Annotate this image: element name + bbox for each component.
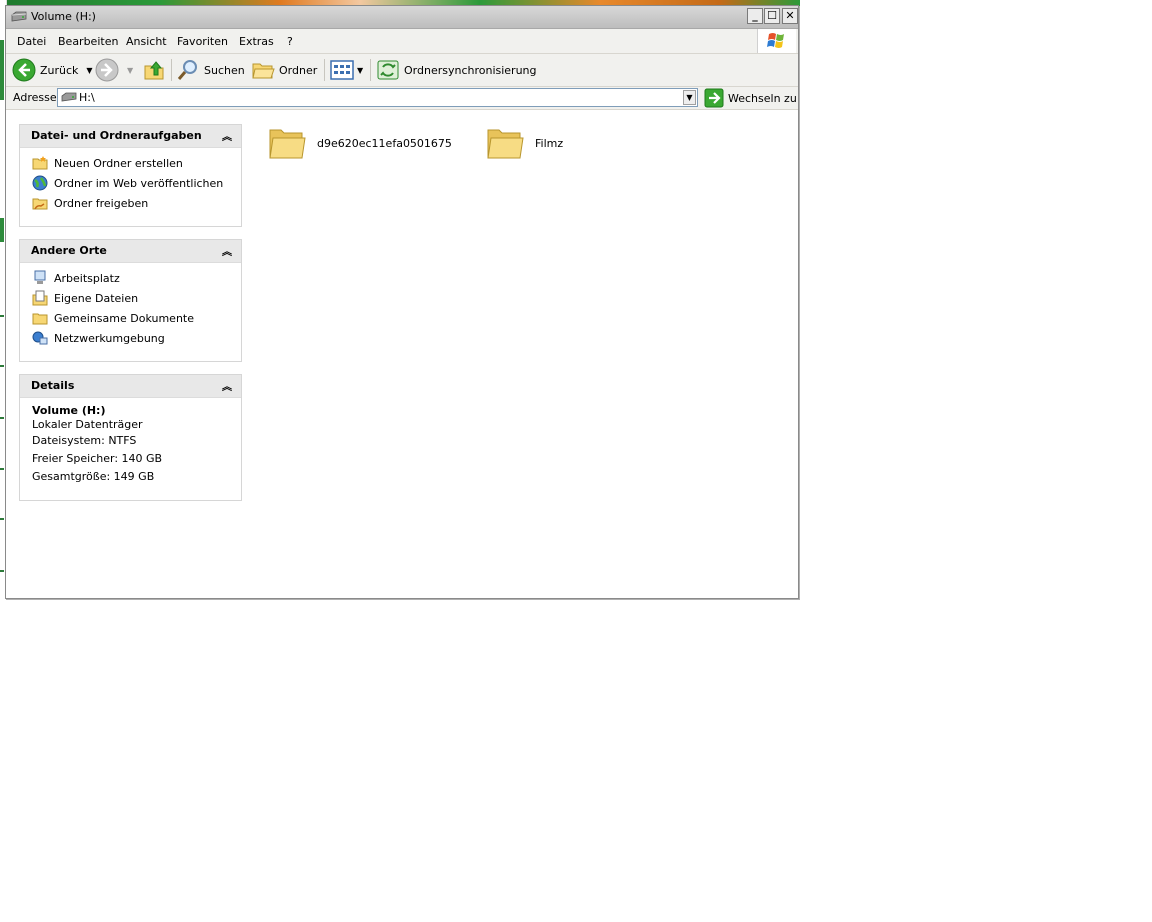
- folder-item[interactable]: d9e620ec11efa0501675: [268, 124, 452, 162]
- menu-favoriten[interactable]: Favoriten: [177, 35, 228, 48]
- up-button[interactable]: [142, 58, 166, 82]
- search-button[interactable]: Suchen: [176, 58, 245, 82]
- window-title: Volume (H:): [31, 10, 96, 23]
- place-my-documents[interactable]: Eigene Dateien: [20, 288, 241, 308]
- details-filesystem: Dateisystem: NTFS: [32, 434, 137, 447]
- views-dropdown-icon: ▼: [357, 65, 364, 75]
- views-icon: [330, 60, 354, 80]
- address-bar: Adresse H:\ ▼ Wechseln zu: [6, 87, 798, 110]
- task-new-folder[interactable]: Neuen Ordner erstellen: [20, 153, 241, 173]
- drive-icon: [11, 11, 27, 22]
- task-share-folder[interactable]: Ordner freigeben: [20, 193, 241, 213]
- forward-arrow-icon: [95, 58, 119, 82]
- drive-icon: [61, 92, 77, 102]
- documents-icon: [32, 290, 48, 306]
- globe-icon: [32, 175, 48, 191]
- details-name: Volume (H:): [32, 404, 106, 417]
- details-type: Lokaler Datenträger: [32, 418, 143, 431]
- details-panel: Details ︽ Volume (H:) Lokaler Datenträge…: [19, 374, 242, 501]
- task-publish-web[interactable]: Ordner im Web veröffentlichen: [20, 173, 241, 193]
- other-places-header[interactable]: Andere Orte ︽: [20, 240, 241, 263]
- toolbar: Zurück ▼ ▼ Suchen Ordner ▼ Ordnersynchro…: [6, 54, 798, 87]
- address-dropdown-button[interactable]: ▼: [683, 90, 696, 105]
- address-input[interactable]: H:\ ▼: [57, 88, 698, 107]
- folder-up-icon: [144, 61, 164, 80]
- forward-button[interactable]: ▼: [95, 58, 133, 82]
- go-button[interactable]: Wechseln zu: [704, 88, 797, 108]
- collapse-chevron-icon[interactable]: ︽: [222, 243, 232, 258]
- menu-ansicht[interactable]: Ansicht: [126, 35, 167, 48]
- menu-bar: Datei Bearbeiten Ansicht Favoriten Extra…: [6, 29, 798, 54]
- folder-item[interactable]: Filmz: [486, 124, 563, 162]
- details-total-size: Gesamtgröße: 149 GB: [32, 470, 155, 483]
- collapse-chevron-icon[interactable]: ︽: [222, 378, 232, 393]
- title-bar[interactable]: Volume (H:) _ ☐ ✕: [6, 6, 798, 29]
- folder-icon: [487, 129, 524, 159]
- forward-dropdown-icon[interactable]: ▼: [127, 66, 133, 75]
- go-arrow-icon: [704, 88, 724, 108]
- place-shared-documents[interactable]: Gemeinsame Dokumente: [20, 308, 241, 328]
- folder-sync-button[interactable]: Ordnersynchronisierung: [376, 58, 537, 82]
- file-tasks-panel: Datei- und Ordneraufgaben ︽ Neuen Ordner…: [19, 124, 242, 227]
- menu-extras[interactable]: Extras: [239, 35, 274, 48]
- file-tasks-header[interactable]: Datei- und Ordneraufgaben ︽: [20, 125, 241, 148]
- content-area: Datei- und Ordneraufgaben ︽ Neuen Ordner…: [6, 110, 798, 598]
- menu-bearbeiten[interactable]: Bearbeiten: [58, 35, 118, 48]
- close-button[interactable]: ✕: [782, 8, 798, 24]
- menu-help[interactable]: ?: [287, 35, 293, 48]
- views-button[interactable]: ▼: [330, 58, 363, 82]
- back-arrow-icon: [12, 58, 36, 82]
- folders-button[interactable]: Ordner: [251, 58, 317, 82]
- windows-logo: [757, 29, 796, 53]
- place-network[interactable]: Netzwerkumgebung: [20, 328, 241, 348]
- address-label: Adresse: [13, 91, 57, 104]
- maximize-button[interactable]: ☐: [764, 8, 780, 24]
- search-icon: [177, 60, 197, 80]
- back-button[interactable]: Zurück ▼: [12, 58, 93, 82]
- menu-datei[interactable]: Datei: [17, 35, 46, 48]
- collapse-chevron-icon[interactable]: ︽: [222, 128, 232, 143]
- windows-flag-icon: [767, 33, 784, 48]
- other-places-panel: Andere Orte ︽ Arbeitsplatz Eigene Dateie…: [19, 239, 242, 362]
- computer-icon: [34, 270, 46, 284]
- details-free-space: Freier Speicher: 140 GB: [32, 452, 163, 465]
- folder-icon: [252, 63, 275, 79]
- explorer-window: Volume (H:) _ ☐ ✕ Datei Bearbeiten Ansic…: [5, 5, 799, 599]
- folder-icon: [269, 129, 306, 159]
- shared-folder-icon: [32, 198, 48, 210]
- folder-icon: [32, 313, 48, 325]
- sync-icon: [377, 60, 399, 80]
- minimize-button[interactable]: _: [747, 8, 763, 24]
- place-my-computer[interactable]: Arbeitsplatz: [20, 268, 241, 288]
- back-dropdown-icon[interactable]: ▼: [86, 66, 92, 75]
- address-value: H:\: [79, 91, 95, 104]
- new-folder-icon: [32, 156, 48, 170]
- network-icon: [32, 331, 48, 345]
- details-header[interactable]: Details ︽: [20, 375, 241, 398]
